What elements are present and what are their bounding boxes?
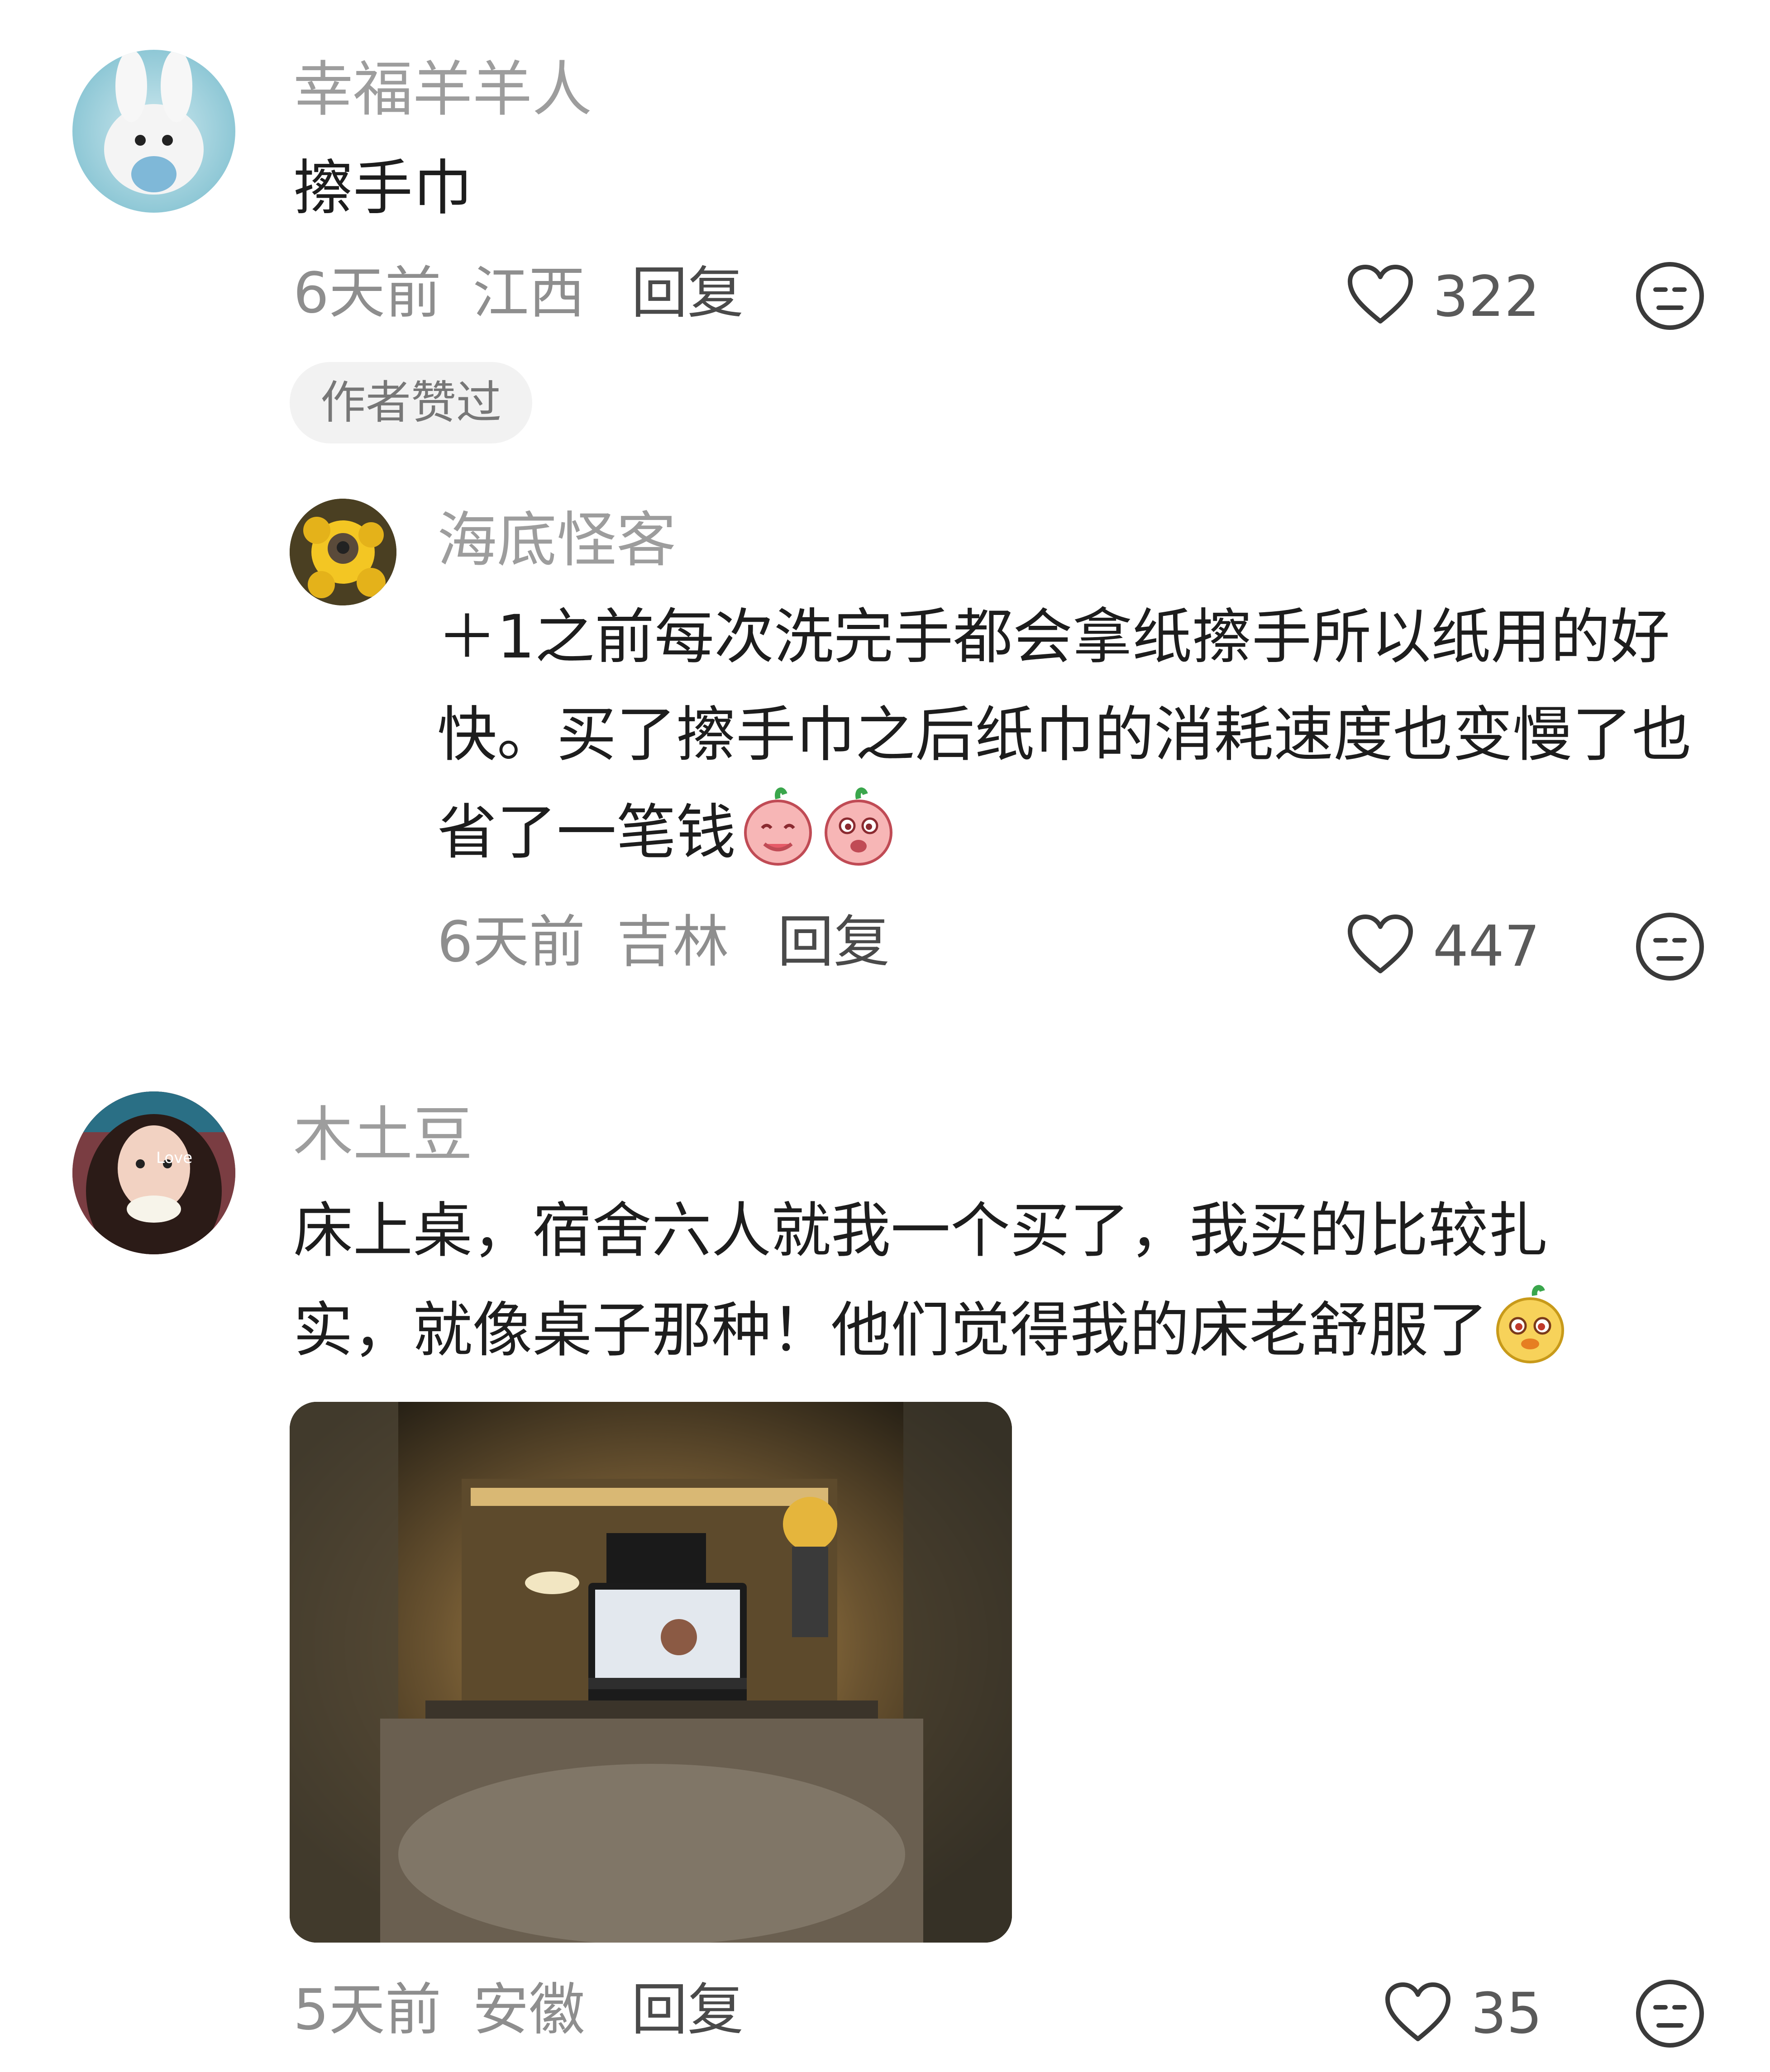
comment-text-line2: 实，就像桌子那种！他们觉得我的床老舒服了 [293, 1296, 1488, 1365]
location: 安徽 [472, 1977, 585, 2043]
timestamp: 6天前 [293, 261, 441, 326]
selfie-avatar-image: Love [72, 1091, 235, 1254]
like-count: 447 [1433, 914, 1540, 979]
neutral-face-icon[interactable] [1634, 260, 1706, 332]
comment-text: 擦手巾 [293, 153, 472, 223]
author-liked-badge: 作者赞过 [290, 362, 532, 443]
dorm-bed-desk-photo [290, 1402, 1012, 1943]
avatar[interactable]: Love [72, 1091, 235, 1254]
comment-thread: 幸福羊羊人 擦手巾 6天前 江西 回复 322 作者赞过 海底怪客 ＋1之前每次… [0, 0, 1770, 2072]
comment-text-line: 实，就像桌子那种！他们觉得我的床老舒服了 [293, 1281, 1569, 1394]
reply-meta: 6天前 吉林 [437, 914, 729, 970]
neutral-face-icon[interactable] [1634, 910, 1706, 983]
reply-avatar[interactable] [290, 499, 396, 605]
neutral-face-icon[interactable] [1634, 1977, 1706, 2050]
location: 江西 [472, 261, 585, 326]
plush-rabbit-image [104, 50, 204, 195]
heart-outline-icon[interactable] [1346, 263, 1414, 327]
comment-text-line: 床上桌，宿舍六人就我一个买了，我买的比较扎 [293, 1196, 1548, 1266]
avatar-overlay-text: Love [156, 1149, 192, 1167]
username[interactable]: 幸福羊羊人 [293, 60, 592, 119]
heart-outline-icon[interactable] [1384, 1981, 1452, 2044]
reply-button[interactable]: 回复 [778, 914, 890, 970]
like-count: 322 [1433, 264, 1540, 329]
comment-meta: 5天前 安徽 [293, 1982, 585, 2038]
avatar[interactable] [72, 50, 235, 213]
sunflower-avatar-image [290, 499, 396, 605]
peach-emoji [820, 785, 897, 895]
reply-text-body: ＋1之前每次洗完手都会拿纸擦手所以纸用的好快。买了擦手巾之后纸巾的消耗速度也变慢… [437, 602, 1692, 867]
location: 吉林 [616, 910, 729, 975]
like-count: 35 [1471, 1981, 1542, 2046]
username[interactable]: 木土豆 [293, 1105, 472, 1165]
reply-button[interactable]: 回复 [631, 265, 744, 321]
peach-emoji [739, 785, 816, 895]
heart-outline-icon[interactable] [1346, 913, 1414, 976]
sticker-emoji [1492, 1283, 1569, 1394]
timestamp: 6天前 [437, 910, 585, 975]
reply-username[interactable]: 海底怪客 [437, 510, 676, 570]
comment-photo[interactable] [290, 1402, 1012, 1943]
timestamp: 5天前 [293, 1977, 441, 2043]
reply-text: ＋1之前每次洗完手都会拿纸擦手所以纸用的好快。买了擦手巾之后纸巾的消耗速度也变慢… [437, 588, 1704, 895]
comment-meta: 6天前 江西 [293, 265, 585, 321]
reply-button[interactable]: 回复 [631, 1982, 744, 2038]
comment-text: 床上桌，宿舍六人就我一个买了，我买的比较扎 实，就像桌子那种！他们觉得我的床老舒… [293, 1181, 1569, 1394]
